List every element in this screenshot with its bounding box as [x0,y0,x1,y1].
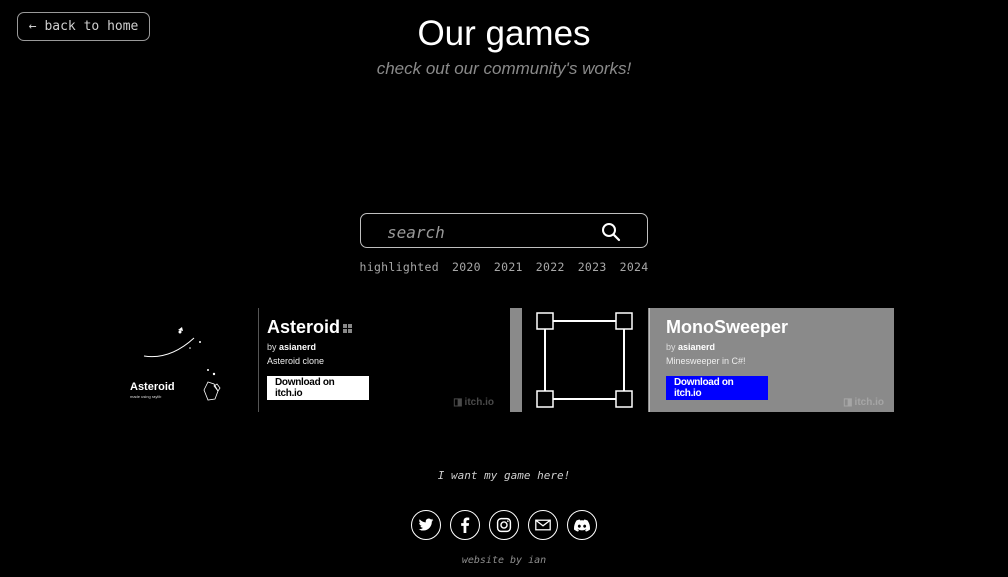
search-icon[interactable] [601,222,621,242]
discord-icon[interactable] [567,510,597,540]
itch-logo[interactable]: ◨ itch.io [453,397,494,408]
game-title[interactable]: Asteroid [267,317,340,338]
download-button[interactable]: Download on itch.io [267,376,369,400]
page-subtitle: check out our community's works! [376,59,632,78]
footer-credit: website by ian [461,555,547,566]
email-icon[interactable] [528,510,558,540]
social-links [411,510,597,540]
game-card-monosweeper[interactable]: MonoSweeper by asianerd Minesweeper in C… [510,308,894,412]
game-author: by asianerd [267,342,316,352]
thumbnail-title: Asteroid [130,381,175,393]
add-my-game-link[interactable]: I want my game here! [0,469,1008,482]
author-prefix: by [267,342,277,352]
facebook-icon[interactable] [450,510,480,540]
download-button[interactable]: Download on itch.io [666,376,768,400]
game-author: by asianerd [666,342,715,352]
search-box [360,213,648,248]
author-name[interactable]: asianerd [279,342,316,352]
filter-2021[interactable]: 2021 [494,260,523,274]
game-thumbnail: Asteroid made using raylib [120,308,258,412]
instagram-icon[interactable] [489,510,519,540]
filter-bar: highlighted 2020 2021 2022 2023 2024 [0,260,1008,274]
monosweeper-art [522,308,648,412]
game-description: Minesweeper in C#! [666,356,746,366]
card-divider [258,308,259,412]
search-input[interactable] [385,219,609,245]
itch-icon: ◨ [843,397,853,408]
filter-2024[interactable]: 2024 [620,260,649,274]
author-name[interactable]: asianerd [678,342,715,352]
game-card-asteroid[interactable]: Asteroid made using raylib Asteroid by a… [120,308,504,412]
itch-label: itch.io [464,397,494,408]
itch-icon: ◨ [453,397,463,408]
twitter-icon[interactable] [411,510,441,540]
filter-2022[interactable]: 2022 [536,260,565,274]
filter-highlighted[interactable]: highlighted [360,260,439,274]
card-divider [649,308,650,412]
filter-2023[interactable]: 2023 [578,260,607,274]
game-thumbnail [510,308,648,412]
thumbnail-subtitle: made using raylib [130,394,162,399]
itch-logo[interactable]: ◨ itch.io [843,397,884,408]
itch-label: itch.io [854,397,884,408]
page-title: Our games [417,14,591,53]
game-description: Asteroid clone [267,356,325,366]
filter-2020[interactable]: 2020 [452,260,481,274]
windows-icon [343,324,352,333]
author-prefix: by [666,342,676,352]
game-title[interactable]: MonoSweeper [666,317,788,338]
